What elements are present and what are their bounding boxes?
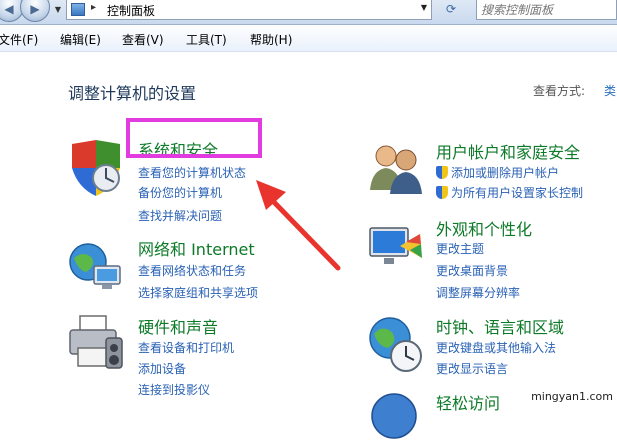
category-clock-language-region[interactable]: 时钟、语言和区域	[436, 314, 564, 338]
link-add-remove-accounts[interactable]: 添加或删除用户帐户	[436, 164, 559, 181]
link-connect-projector[interactable]: 连接到投影仪	[138, 381, 210, 398]
network-globe-icon[interactable]	[66, 236, 126, 296]
recent-pages-dropdown[interactable]: ▼	[52, 2, 64, 18]
link-add-remove-accounts-label[interactable]: 添加或删除用户帐户	[451, 166, 559, 180]
uac-shield-icon	[436, 166, 448, 179]
clock-globe-icon[interactable]	[366, 314, 426, 374]
forward-arrow-icon: ▶	[30, 2, 40, 16]
watermark: mingyan1.com	[529, 389, 615, 404]
page-title: 调整计算机的设置	[68, 84, 197, 103]
menu-help[interactable]: 帮助(H)	[250, 31, 292, 48]
link-backup-computer[interactable]: 备份您的计算机	[138, 184, 222, 201]
category-hardware-sound[interactable]: 硬件和声音	[138, 314, 218, 338]
link-change-display-language[interactable]: 更改显示语言	[436, 360, 508, 377]
link-parental-controls-label[interactable]: 为所有用户设置家长控制	[451, 186, 583, 200]
address-dropdown-icon[interactable]: ▼	[421, 3, 427, 12]
category-user-accounts[interactable]: 用户帐户和家庭安全	[436, 139, 580, 163]
breadcrumb-control-panel[interactable]: 控制面板	[107, 2, 155, 19]
view-by-dropdown[interactable]: 类	[604, 82, 616, 99]
category-appearance-personalization[interactable]: 外观和个性化	[436, 216, 532, 240]
forward-button[interactable]: ▶	[20, 0, 50, 22]
view-by-label: 查看方式:	[533, 84, 586, 98]
user-accounts-icon[interactable]	[366, 138, 426, 198]
link-troubleshoot[interactable]: 查找并解决问题	[138, 207, 222, 224]
appearance-display-icon[interactable]	[366, 218, 426, 278]
menu-view[interactable]: 查看(V)	[122, 31, 164, 48]
control-panel-icon	[71, 3, 85, 16]
refresh-button[interactable]: ⟳	[437, 0, 465, 20]
refresh-icon: ⟳	[445, 2, 457, 16]
link-change-keyboard-input[interactable]: 更改键盘或其他输入法	[436, 339, 556, 356]
address-field[interactable]: ▸ 控制面板 ▼	[66, 0, 432, 20]
link-devices-printers[interactable]: 查看设备和打印机	[138, 339, 234, 356]
category-network-internet[interactable]: 网络和 Internet	[138, 236, 255, 260]
menu-bar: 文件(F) 编辑(E) 查看(V) 工具(T) 帮助(H)	[0, 25, 617, 52]
menu-file[interactable]: 文件(F)	[0, 31, 38, 48]
link-view-computer-status[interactable]: 查看您的计算机状态	[138, 164, 246, 181]
link-change-desktop-background[interactable]: 更改桌面背景	[436, 262, 508, 279]
uac-shield-icon	[436, 186, 448, 199]
link-adjust-resolution[interactable]: 调整屏幕分辨率	[436, 284, 520, 301]
link-change-theme[interactable]: 更改主题	[436, 240, 484, 257]
highlight-annotation-box	[126, 118, 262, 158]
menu-tools[interactable]: 工具(T)	[186, 31, 227, 48]
link-add-device[interactable]: 添加设备	[138, 360, 186, 377]
link-homegroup-sharing[interactable]: 选择家庭组和共享选项	[138, 284, 258, 301]
category-ease-of-access[interactable]: 轻松访问	[436, 390, 500, 414]
link-network-status[interactable]: 查看网络状态和任务	[138, 262, 246, 279]
breadcrumb-separator-icon[interactable]: ▸	[91, 2, 96, 13]
link-parental-controls[interactable]: 为所有用户设置家长控制	[436, 184, 583, 201]
hardware-printer-icon[interactable]	[66, 312, 126, 372]
address-toolbar: ◀ ▶ ▼ ▸ 控制面板 ▼ ⟳	[0, 0, 617, 25]
system-security-shield-icon[interactable]	[66, 138, 126, 198]
menu-edit[interactable]: 编辑(E)	[60, 31, 101, 48]
ease-of-access-icon[interactable]	[366, 388, 426, 448]
search-input[interactable]	[476, 0, 617, 20]
